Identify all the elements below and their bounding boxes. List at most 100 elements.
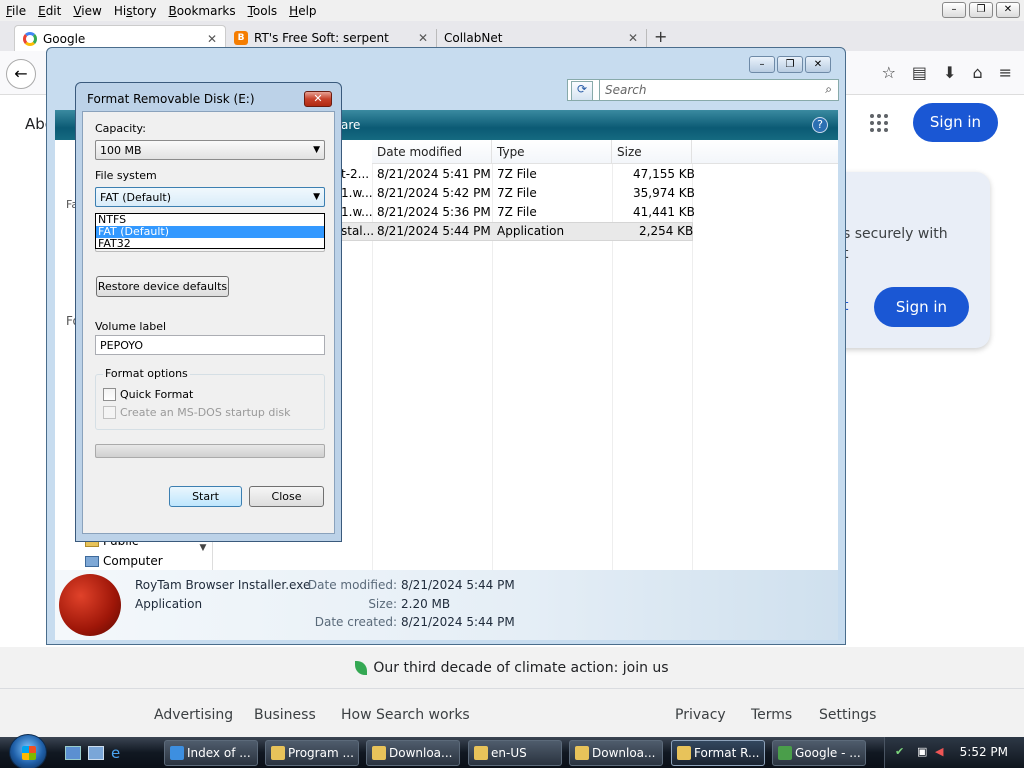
column-date-modified[interactable]: Date modified: [372, 140, 492, 164]
taskbar-button-en-us[interactable]: en-US: [468, 740, 562, 766]
file-system-label: File system: [95, 169, 157, 182]
footer-how-search-works[interactable]: How Search works: [341, 707, 470, 723]
tab-close-icon[interactable]: ✕: [418, 31, 428, 45]
close-button[interactable]: ✕: [996, 2, 1020, 18]
drive-icon: [677, 746, 691, 760]
details-pane: RoyTam Browser Installer.exe Application…: [55, 570, 838, 640]
taskbar-button-downloads-2[interactable]: Downloa...: [569, 740, 663, 766]
taskbar: e Index of ... Program ... Downloa... en…: [0, 734, 1024, 768]
back-button[interactable]: ←: [6, 59, 36, 89]
menu-tools[interactable]: Tools: [242, 4, 284, 18]
taskbar-button-downloads-1[interactable]: Downloa...: [366, 740, 460, 766]
minimize-button[interactable]: –: [942, 2, 966, 18]
details-type: Application: [135, 597, 203, 611]
menu-view[interactable]: View: [67, 4, 107, 18]
computer-icon: [85, 555, 99, 567]
footer-settings[interactable]: Settings: [819, 707, 876, 723]
system-tray: ✔ ▣ ◀ 5:52 PM: [884, 737, 1024, 768]
tab-title: Google: [43, 31, 86, 46]
menu-edit[interactable]: Edit: [32, 4, 67, 18]
restore-button[interactable]: ❐: [969, 2, 993, 18]
taskbar-button-google[interactable]: Google - ...: [772, 740, 866, 766]
menu-bookmarks[interactable]: Bookmarks: [163, 4, 242, 18]
internet-explorer-icon[interactable]: e: [111, 746, 127, 761]
details-date-created-label: Date created:: [314, 615, 397, 629]
format-dialog: Format Removable Disk (E:) ✕ Capacity: 1…: [75, 82, 342, 542]
dropdown-arrow-icon: ▼: [313, 145, 320, 155]
sign-in-prompt-text: s securely with t: [843, 226, 948, 262]
nav-item-computer[interactable]: Computer: [85, 554, 163, 568]
msdos-startup-checkbox: Create an MS-DOS startup disk: [103, 406, 291, 419]
share-button[interactable]: are: [341, 118, 360, 132]
explorer-minimize-button[interactable]: –: [749, 56, 775, 73]
refresh-button[interactable]: ⟳: [571, 81, 593, 101]
tab-close-icon[interactable]: ✕: [207, 32, 217, 46]
hamburger-menu-icon[interactable]: ≡: [999, 63, 1012, 82]
capacity-select[interactable]: 100 MB ▼: [95, 140, 325, 160]
dialog-content: Capacity: 100 MB ▼ File system FAT (Defa…: [82, 111, 335, 534]
checkbox-box: [103, 388, 116, 401]
footer-terms[interactable]: Terms: [751, 707, 792, 723]
volume-label-input[interactable]: PEPOYO: [95, 335, 325, 355]
dropdown-arrow-icon: ▼: [313, 192, 320, 202]
format-progress-bar: [95, 444, 325, 458]
details-size: 2.20 MB: [401, 597, 451, 611]
start-button-orb[interactable]: [9, 734, 47, 768]
column-size[interactable]: Size: [612, 140, 692, 164]
search-input[interactable]: Search ⌕: [599, 79, 839, 101]
file-system-dropdown-list: NTFS FAT (Default) FAT32: [95, 213, 325, 250]
help-icon[interactable]: ?: [812, 117, 828, 133]
restore-defaults-button[interactable]: Restore device defaults: [96, 276, 229, 297]
windows-logo-icon: [22, 746, 36, 760]
details-date-modified-label: Date modified:: [307, 578, 397, 592]
bookmark-star-icon[interactable]: ☆: [882, 63, 896, 82]
footer-advertising[interactable]: Advertising: [154, 707, 233, 723]
explorer-maximize-button[interactable]: ❐: [777, 56, 803, 73]
close-dialog-button[interactable]: Close: [249, 486, 324, 507]
reading-list-icon[interactable]: ▤: [912, 63, 927, 82]
start-button[interactable]: Start: [169, 486, 242, 507]
home-icon[interactable]: ⌂: [972, 63, 982, 82]
network-icon[interactable]: ▣: [917, 745, 931, 759]
search-icon[interactable]: ⌕: [825, 82, 832, 97]
folder-icon: [372, 746, 386, 760]
menu-file[interactable]: File: [0, 4, 32, 18]
menu-history[interactable]: History: [108, 4, 163, 18]
clock[interactable]: 5:52 PM: [960, 745, 1008, 759]
footer-business[interactable]: Business: [254, 707, 316, 723]
taskbar-button-format[interactable]: Format R...: [671, 740, 765, 766]
folder-icon: [474, 746, 488, 760]
explorer-close-button[interactable]: ✕: [805, 56, 831, 73]
column-type[interactable]: Type: [492, 140, 612, 164]
google-apps-icon[interactable]: [870, 114, 888, 132]
tab-separator: [646, 29, 647, 47]
google-icon: [23, 31, 37, 46]
scroll-down-icon[interactable]: ▼: [195, 543, 211, 561]
sign-in-button[interactable]: Sign in: [913, 103, 998, 142]
card-sign-in-button[interactable]: Sign in: [874, 287, 969, 327]
show-desktop-icon[interactable]: [65, 746, 81, 760]
climate-link[interactable]: Our third decade of climate action: join…: [373, 660, 668, 676]
switch-windows-icon[interactable]: [88, 746, 104, 760]
taskbar-button-program[interactable]: Program ...: [265, 740, 359, 766]
file-system-select[interactable]: FAT (Default) ▼: [95, 187, 325, 207]
tab-close-icon[interactable]: ✕: [628, 31, 638, 45]
details-date-modified: 8/21/2024 5:44 PM: [401, 578, 515, 592]
menu-help[interactable]: Help: [283, 4, 322, 18]
taskbar-button-index[interactable]: Index of ...: [164, 740, 258, 766]
option-fat32[interactable]: FAT32: [96, 238, 324, 250]
download-icon[interactable]: ⬇: [943, 63, 956, 82]
leaf-icon: [355, 660, 368, 675]
toolbar-icons: ☆ ▤ ⬇ ⌂ ≡: [882, 63, 1012, 82]
volume-muted-icon[interactable]: ◀: [935, 745, 949, 759]
safely-remove-icon[interactable]: ✔: [895, 745, 909, 759]
tab-title: CollabNet: [444, 31, 503, 45]
footer-privacy[interactable]: Privacy: [675, 707, 726, 723]
dialog-close-button[interactable]: ✕: [304, 91, 332, 107]
format-options-group: [95, 374, 325, 430]
details-date-created: 8/21/2024 5:44 PM: [401, 615, 515, 629]
file-thumbnail: [59, 574, 121, 636]
new-tab-button[interactable]: +: [654, 27, 667, 46]
volume-label-label: Volume label: [95, 320, 167, 333]
quick-format-checkbox[interactable]: Quick Format: [103, 388, 193, 401]
